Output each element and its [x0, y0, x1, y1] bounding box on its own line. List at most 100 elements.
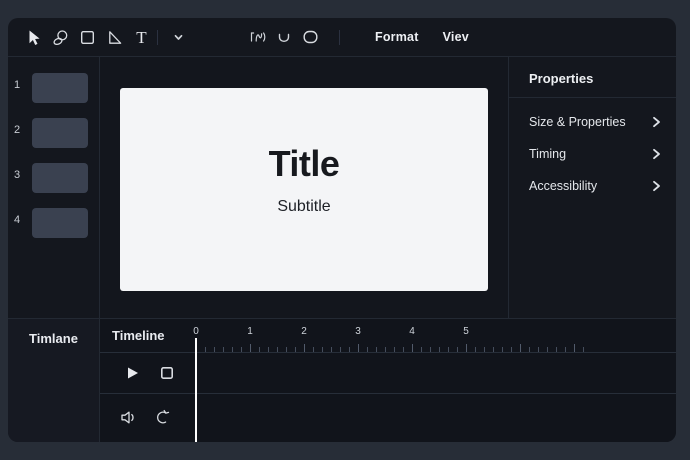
- rounded-rect-tool-button[interactable]: [297, 24, 323, 50]
- audio-row: [100, 394, 676, 441]
- ruler-tick: [304, 344, 305, 352]
- ruler-tick: [583, 347, 584, 352]
- replay-icon: [153, 409, 171, 426]
- ruler-tick: [538, 347, 539, 352]
- transport-row: [100, 353, 676, 394]
- slide-number: 3: [8, 163, 26, 181]
- shape-tools-group: [245, 24, 323, 50]
- stop-icon: [159, 365, 175, 381]
- triangle-icon: [106, 29, 123, 46]
- playhead[interactable]: [195, 338, 197, 442]
- ruler-tick: [385, 347, 386, 352]
- ruler-tick: [475, 347, 476, 352]
- shapes-icon: [52, 29, 69, 46]
- slide-number: 1: [8, 73, 26, 91]
- ruler-tick: [286, 347, 287, 352]
- ruler-tick: [457, 347, 458, 352]
- rectangle-tool-button[interactable]: [74, 24, 101, 50]
- properties-panel: Properties Size & Properties Timing Acce…: [508, 57, 676, 318]
- slide-row-4[interactable]: 4: [8, 208, 99, 238]
- ruler-tick: [205, 347, 206, 352]
- chevron-right-icon: [652, 180, 661, 192]
- toolbar-divider: [157, 30, 158, 45]
- ruler-tick: [313, 347, 314, 352]
- ruler-tick: [367, 347, 368, 352]
- properties-list: Size & Properties Timing Accessibility: [509, 106, 676, 202]
- slide-thumbnail[interactable]: [32, 163, 88, 193]
- scribble-tool-button[interactable]: [245, 24, 271, 50]
- ruler-label: 1: [247, 326, 253, 337]
- property-item-size-properties[interactable]: Size & Properties: [509, 106, 676, 138]
- slide-thumbnail[interactable]: [32, 208, 88, 238]
- ruler-tick: [565, 347, 566, 352]
- menu-view[interactable]: Viev: [431, 26, 481, 48]
- timeline-sidebar: Timlane: [8, 319, 100, 442]
- ruler-tick: [277, 347, 278, 352]
- more-tools-button[interactable]: [168, 26, 188, 48]
- toolbar-divider: [339, 30, 340, 45]
- stop-button[interactable]: [155, 361, 179, 385]
- toolbar: T Format Viev: [8, 18, 676, 57]
- ruler-tick: [529, 347, 530, 352]
- ruler-tick: [448, 347, 449, 352]
- timeline-ruler[interactable]: 012345: [100, 319, 676, 352]
- ruler-tick: [349, 347, 350, 352]
- timeline-tracks: Timeline 012345: [100, 319, 676, 442]
- ruler-tick: [250, 344, 251, 352]
- cursor-icon: [25, 29, 42, 46]
- rectangle-icon: [79, 29, 96, 46]
- shapes-tool-button[interactable]: [47, 24, 74, 50]
- property-label: Accessibility: [529, 179, 597, 193]
- property-label: Timing: [529, 147, 566, 161]
- menu-format[interactable]: Format: [363, 26, 431, 48]
- ruler-tick: [484, 347, 485, 352]
- cursor-tool-button[interactable]: [20, 24, 47, 50]
- ruler-tick: [214, 347, 215, 352]
- slide-subtitle-text[interactable]: Subtitle: [120, 198, 488, 216]
- slide-thumbnail[interactable]: [32, 118, 88, 148]
- triangle-tool-button[interactable]: [101, 24, 128, 50]
- ruler-tick: [502, 347, 503, 352]
- chevron-right-icon: [652, 116, 661, 128]
- ruler-label: 3: [355, 326, 361, 337]
- ruler-tick: [556, 347, 557, 352]
- menu-group: Format Viev: [363, 26, 481, 48]
- slide-thumbnail[interactable]: [32, 73, 88, 103]
- ruler-tick: [358, 344, 359, 352]
- app-window: T Format Viev 1 2: [8, 18, 676, 442]
- slide-row-3[interactable]: 3: [8, 163, 99, 193]
- timeline-sidebar-label: Timlane: [8, 331, 99, 346]
- replay-button[interactable]: [150, 406, 174, 430]
- volume-button[interactable]: [117, 406, 141, 430]
- properties-header: Properties: [509, 57, 676, 98]
- ruler-tick: [232, 347, 233, 352]
- play-button[interactable]: [120, 361, 144, 385]
- ruler-tick: [268, 347, 269, 352]
- text-tool-button[interactable]: T: [128, 24, 155, 50]
- ruler-tick: [403, 347, 404, 352]
- text-tool-icon: T: [136, 29, 146, 46]
- main-area: 1 2 3 4 Title Subtitle Properties Size &…: [8, 57, 676, 318]
- ruler-tick: [259, 347, 260, 352]
- canvas-area: Title Subtitle: [100, 57, 508, 318]
- arc-icon: [276, 29, 292, 45]
- slide-title-text[interactable]: Title: [120, 143, 488, 185]
- slide-number: 4: [8, 208, 26, 226]
- ruler-tick: [295, 347, 296, 352]
- slide-canvas[interactable]: Title Subtitle: [120, 88, 488, 291]
- ruler-tick: [223, 347, 224, 352]
- property-item-accessibility[interactable]: Accessibility: [509, 170, 676, 202]
- ruler-tick: [520, 344, 521, 352]
- rounded-rect-icon: [302, 29, 319, 45]
- arc-tool-button[interactable]: [271, 24, 297, 50]
- slide-row-2[interactable]: 2: [8, 118, 99, 148]
- slide-row-1[interactable]: 1: [8, 73, 99, 103]
- ruler-label: 0: [193, 326, 199, 337]
- property-item-timing[interactable]: Timing: [509, 138, 676, 170]
- ruler-tick: [511, 347, 512, 352]
- play-icon: [125, 365, 140, 381]
- ruler-label: 5: [463, 326, 469, 337]
- ruler-tick: [421, 347, 422, 352]
- ruler-tick: [340, 347, 341, 352]
- ruler-label: 2: [301, 326, 307, 337]
